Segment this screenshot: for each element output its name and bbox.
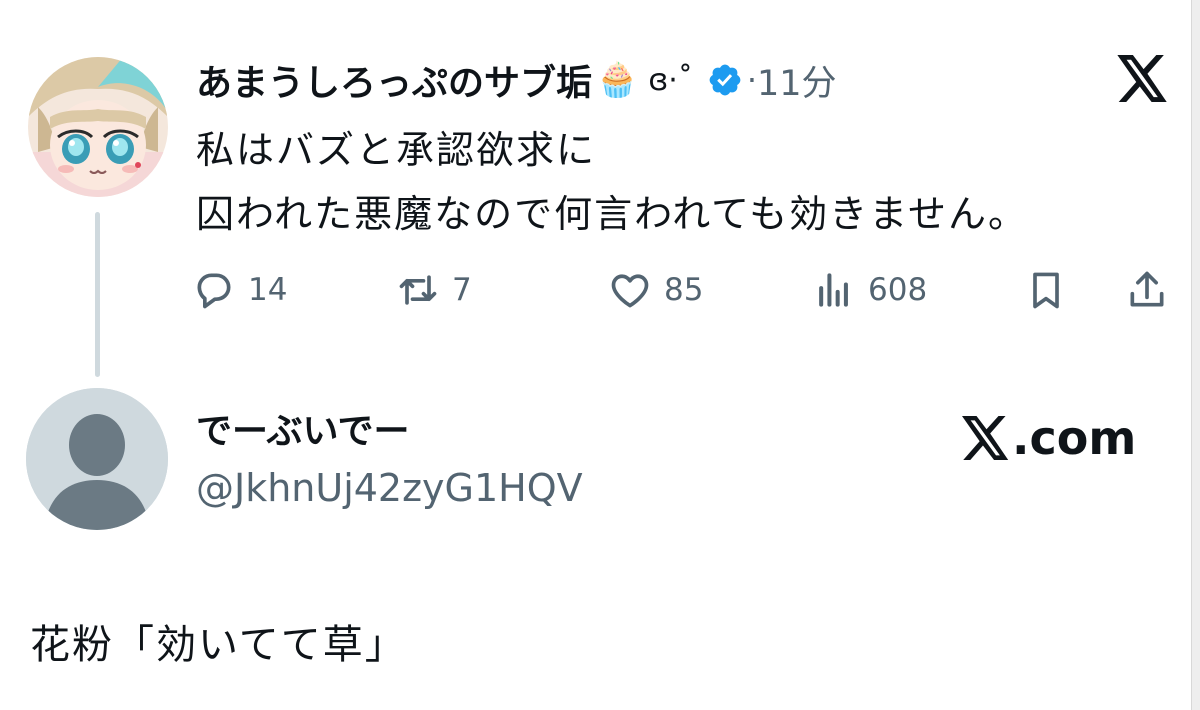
screen-edge xyxy=(1191,0,1200,710)
like-count: 85 xyxy=(664,272,704,308)
x-com-logo: .com xyxy=(962,410,1136,466)
timestamp[interactable]: 11分 xyxy=(757,55,837,106)
site-label: .com xyxy=(1012,411,1137,465)
caption-text: 花粉「効いてて草」 xyxy=(30,622,407,668)
card-display-name[interactable]: でーぶいでー xyxy=(196,402,409,454)
tweet-header: あまうしろっぷのサブ垢 🧁 ɞ·˚ · 11分 xyxy=(196,52,837,108)
share-button[interactable] xyxy=(1125,260,1169,320)
views-button[interactable]: 608 xyxy=(812,260,927,320)
separator-dot: · xyxy=(746,61,757,99)
verified-badge-icon xyxy=(707,62,743,98)
tweet-action-bar: 14 7 85 608 xyxy=(0,260,1200,320)
bookmark-button[interactable] xyxy=(1024,260,1068,320)
retweet-count: 7 xyxy=(452,272,472,308)
tweet-text-line: 囚われた悪魔なので何言われても効きません。 xyxy=(196,192,1029,236)
reply-button[interactable]: 14 xyxy=(192,260,287,320)
bookmark-icon xyxy=(1033,272,1059,309)
avatar[interactable] xyxy=(28,57,168,197)
analytics-icon xyxy=(819,273,848,307)
like-button[interactable]: 85 xyxy=(608,260,703,320)
x-logo-icon[interactable] xyxy=(1117,55,1169,102)
views-count: 608 xyxy=(868,272,928,308)
cupcake-emoji: 🧁 xyxy=(596,60,639,100)
card-handle[interactable]: @JkhnUj42zyG1HQV xyxy=(196,466,583,510)
reply-icon xyxy=(197,273,231,309)
share-icon xyxy=(1130,271,1164,307)
reply-count: 14 xyxy=(248,272,288,308)
author-display-name[interactable]: あまうしろっぷのサブ垢 xyxy=(196,54,592,106)
tweet-text: 私はバズと承認欲求に 囚われた悪魔なので何言われても効きません。 xyxy=(196,118,1028,246)
name-decoration: ɞ·˚ xyxy=(648,62,693,98)
retweet-button[interactable]: 7 xyxy=(396,260,472,320)
default-avatar[interactable] xyxy=(26,388,168,530)
anime-avatar-image xyxy=(28,57,168,197)
default-profile-icon xyxy=(26,388,168,530)
heart-icon xyxy=(611,274,649,308)
retweet-icon xyxy=(399,275,437,305)
tweet-text-line: 私はバズと承認欲求に xyxy=(196,128,597,172)
x-logo-icon xyxy=(962,416,1009,460)
